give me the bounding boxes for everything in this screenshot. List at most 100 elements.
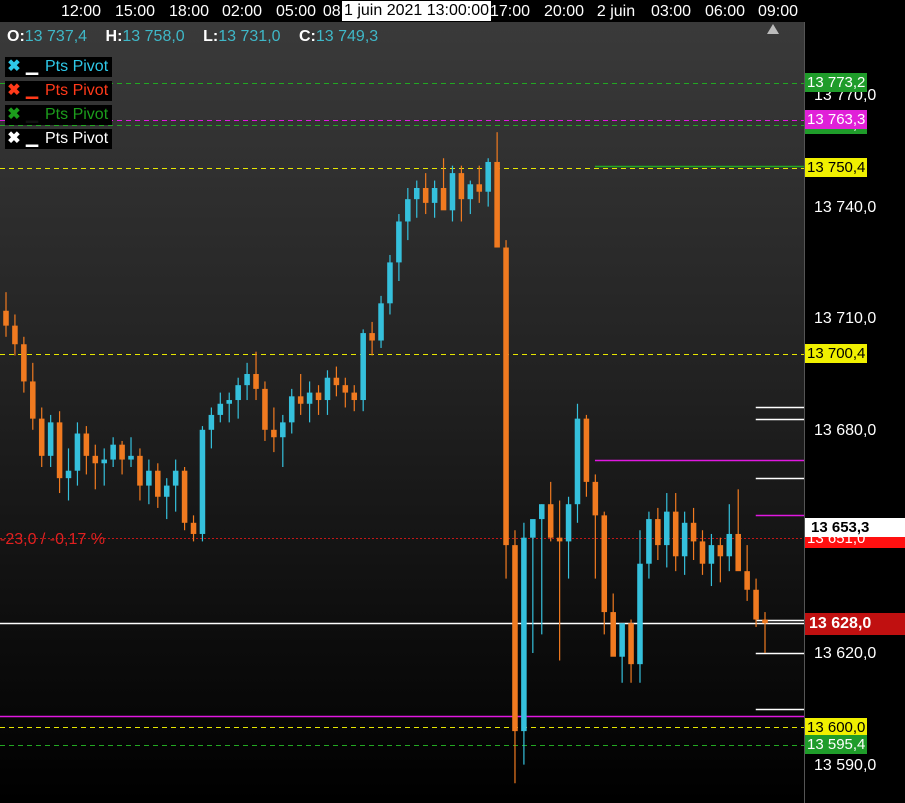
candle-body — [38, 418, 45, 456]
candle-body — [271, 429, 277, 438]
candle-body — [574, 418, 581, 505]
price-tag: 13 763,3 — [805, 110, 868, 129]
ohlc-readout: O:13 737,4 H:13 758,0 L:13 731,0 C:13 74… — [7, 28, 392, 46]
remove-indicator-icon[interactable]: ✖ — [5, 81, 23, 101]
high-label: H: — [105, 28, 123, 45]
remove-indicator-icon[interactable]: ✖ — [5, 129, 23, 149]
collapse-icon[interactable]: ▁ — [23, 57, 41, 77]
indicator-label[interactable]: Pts Pivot — [41, 105, 112, 125]
low-label: L: — [203, 28, 219, 45]
candle-body — [369, 333, 375, 341]
indicator-label[interactable]: Pts Pivot — [41, 129, 112, 149]
candle-body — [396, 221, 402, 263]
candle-body — [512, 545, 518, 732]
candle-body — [494, 161, 500, 248]
candle-body — [342, 385, 349, 393]
candle-body — [387, 262, 393, 304]
remove-indicator-icon[interactable]: ✖ — [5, 57, 23, 77]
candle-body — [288, 396, 295, 423]
price-tag: 13 653,3 — [805, 518, 905, 537]
low-value: 13 731,0 — [218, 28, 281, 45]
candle-body — [190, 522, 197, 534]
close-label: C: — [298, 28, 316, 45]
candle-body — [476, 184, 483, 192]
time-tick-label: 15:00 — [114, 3, 156, 20]
time-tick-label: 12:00 — [60, 3, 102, 20]
candle-body — [324, 377, 331, 401]
candle-body — [547, 504, 554, 538]
candle-body — [690, 522, 697, 542]
candle-body — [655, 519, 661, 546]
candle-body — [226, 400, 233, 404]
indicator-label[interactable]: Pts Pivot — [41, 81, 112, 101]
candle-body — [503, 247, 509, 546]
collapse-icon[interactable]: ▁ — [23, 129, 41, 149]
candle-body — [440, 188, 447, 211]
candle-body — [762, 619, 768, 624]
time-tick-label: 06:00 — [704, 3, 746, 20]
candle-body — [297, 396, 304, 404]
candle-body — [458, 173, 465, 200]
candle-body — [610, 612, 616, 657]
candle-body — [744, 571, 750, 590]
candle-body — [664, 511, 670, 546]
candle-body — [556, 537, 563, 542]
chart-canvas[interactable] — [0, 0, 905, 803]
candle-body — [538, 504, 545, 520]
candle-body — [315, 392, 322, 401]
indicator-legend-row[interactable]: ✖ ▁ Pts Pivot — [5, 81, 113, 101]
candle-body — [30, 381, 36, 419]
candle-body — [405, 199, 411, 222]
price-tag: 13 628,0 — [805, 613, 905, 635]
time-tick-label: 02:00 — [221, 3, 263, 20]
time-tick-label: 17:00 — [489, 3, 531, 20]
change-percent-label: -23,0 / -0,17 % — [0, 531, 105, 548]
candle-body — [199, 429, 206, 534]
time-tick-label: 2 juin — [596, 3, 636, 20]
candle-body — [74, 433, 81, 471]
candle-body — [155, 470, 161, 497]
candle-body — [565, 504, 572, 542]
candle-body — [431, 188, 438, 203]
candle-body — [592, 481, 599, 516]
time-tick-label: 20:00 — [543, 3, 585, 20]
candle-body — [637, 563, 643, 665]
indicator-legend-row[interactable]: ✖ ▁ Pts Pivot — [5, 57, 113, 77]
indicator-label[interactable]: Pts Pivot — [41, 57, 112, 77]
collapse-icon[interactable]: ▁ — [23, 105, 41, 125]
candle-body — [83, 433, 90, 456]
candle-body — [485, 161, 491, 192]
time-tick-label: 05:00 — [275, 3, 317, 20]
candle-body — [726, 533, 733, 557]
remove-indicator-icon[interactable]: ✖ — [5, 105, 23, 125]
open-label: O: — [7, 28, 25, 45]
candle-body — [422, 188, 429, 203]
price-tick-label: 13 590,0 — [814, 757, 877, 774]
candle-body — [530, 519, 536, 538]
price-tag: 13 700,4 — [805, 344, 868, 363]
candle-body — [253, 374, 259, 389]
candle-body — [217, 403, 224, 415]
candle-body — [101, 459, 107, 464]
candle-body — [333, 377, 340, 386]
indicator-legend-row[interactable]: ✖ ▁ Pts Pivot — [5, 129, 113, 149]
candle-body — [65, 470, 72, 479]
time-tick-label: 09:00 — [757, 3, 799, 20]
candle-body — [449, 173, 456, 211]
price-tick-label: 13 620,0 — [814, 645, 877, 662]
candle-body — [3, 310, 9, 326]
candle-body — [262, 388, 268, 430]
time-tick-label: 03:00 — [650, 3, 692, 20]
scroll-to-latest-icon[interactable] — [767, 24, 779, 34]
candle-body — [128, 455, 134, 460]
candle-body — [378, 303, 384, 341]
candle-body — [56, 422, 63, 479]
candle-body — [163, 485, 170, 497]
indicator-legend-row[interactable]: ✖ ▁ Pts Pivot — [5, 105, 113, 125]
price-tag: 13 773,2 — [805, 73, 868, 92]
candle-body — [521, 537, 527, 732]
price-tag: 13 595,4 — [805, 735, 868, 754]
trading-chart[interactable]: 12:00 15:00 18:00 02:00 05:00 08: 17:00 … — [0, 0, 905, 803]
price-tick-label: 13 710,0 — [814, 310, 877, 327]
collapse-icon[interactable]: ▁ — [23, 81, 41, 101]
